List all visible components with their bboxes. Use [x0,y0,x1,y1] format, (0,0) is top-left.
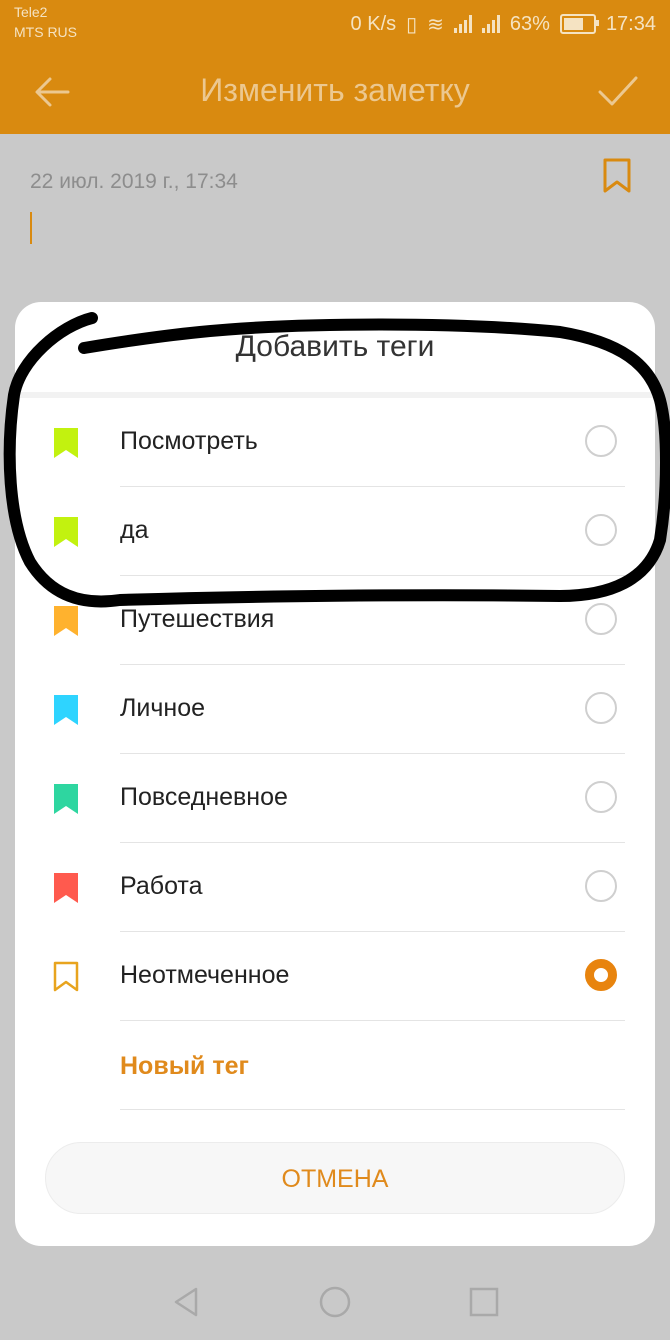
wifi-icon: ≋ [427,13,444,36]
tag-label: Личное [120,694,206,722]
tag-label: Неотмеченное [120,961,290,989]
cancel-button[interactable]: ОТМЕНА [45,1142,625,1214]
tag-label: Путешествия [120,605,275,633]
add-tags-dialog: Добавить теги Посмотреть да Путешествия … [15,302,655,1246]
tag-list: Посмотреть да Путешествия Личное Повседн… [15,398,655,1110]
tag-radio[interactable] [585,514,617,546]
tag-row-travel[interactable]: Путешествия [15,576,655,665]
checkmark-icon [598,76,638,106]
back-triangle-icon[interactable] [168,1284,204,1320]
signal-icon-2 [481,15,500,33]
tag-label: Повседневное [120,783,288,811]
tag-icon [54,695,78,725]
tag-row-work[interactable]: Работа [15,843,655,932]
tag-label: Посмотреть [120,427,258,455]
bookmark-icon[interactable] [602,158,632,194]
carrier-2: MTS RUS [14,24,77,40]
page-title: Изменить заметку [200,72,470,108]
new-tag-row[interactable]: Новый тег [15,1021,655,1110]
carrier-1: Tele2 [14,4,48,20]
tag-row-da[interactable]: да [15,487,655,576]
tag-radio[interactable] [585,603,617,635]
note-date: 22 июл. 2019 г., 17:34 [30,170,238,193]
tag-radio-selected[interactable] [585,959,617,991]
tag-icon [54,428,78,458]
tag-row-everyday[interactable]: Повседневное [15,754,655,843]
battery-percent: 63% [509,12,550,35]
tag-row-untagged[interactable]: Неотмеченное [15,932,655,1021]
tag-icon [54,517,78,547]
tag-radio[interactable] [585,425,617,457]
text-cursor [30,212,32,244]
network-speed: 0 K/s [350,12,397,35]
tag-label: Работа [120,872,203,900]
save-button[interactable] [596,70,640,114]
recents-square-icon[interactable] [466,1284,502,1320]
status-indicators: 0 K/s ▯ ≋ 63% 17:34 [351,10,656,38]
battery-icon [559,14,599,34]
tag-icon [54,784,78,814]
signal-icon [453,15,472,33]
tag-icon [54,873,78,903]
tag-label: да [120,516,149,544]
home-circle-icon[interactable] [317,1284,353,1320]
tag-radio[interactable] [585,692,617,724]
tag-icon [54,606,78,636]
tag-row-personal[interactable]: Личное [15,665,655,754]
tag-outline-icon [53,961,79,992]
app-bar: Изменить заметку [0,50,670,134]
status-bar: Tele2 MTS RUS 0 K/s ▯ ≋ 63% 17:34 [0,0,670,50]
tag-radio[interactable] [585,870,617,902]
system-nav-bar [0,1264,670,1340]
dialog-title: Добавить теги [235,330,435,363]
new-tag-button[interactable]: Новый тег [120,1052,249,1081]
tag-radio[interactable] [585,781,617,813]
clock: 17:34 [605,12,656,35]
vibrate-icon: ▯ [406,13,418,36]
divider [120,1109,625,1110]
tag-row-posmotret[interactable]: Посмотреть [15,398,655,487]
